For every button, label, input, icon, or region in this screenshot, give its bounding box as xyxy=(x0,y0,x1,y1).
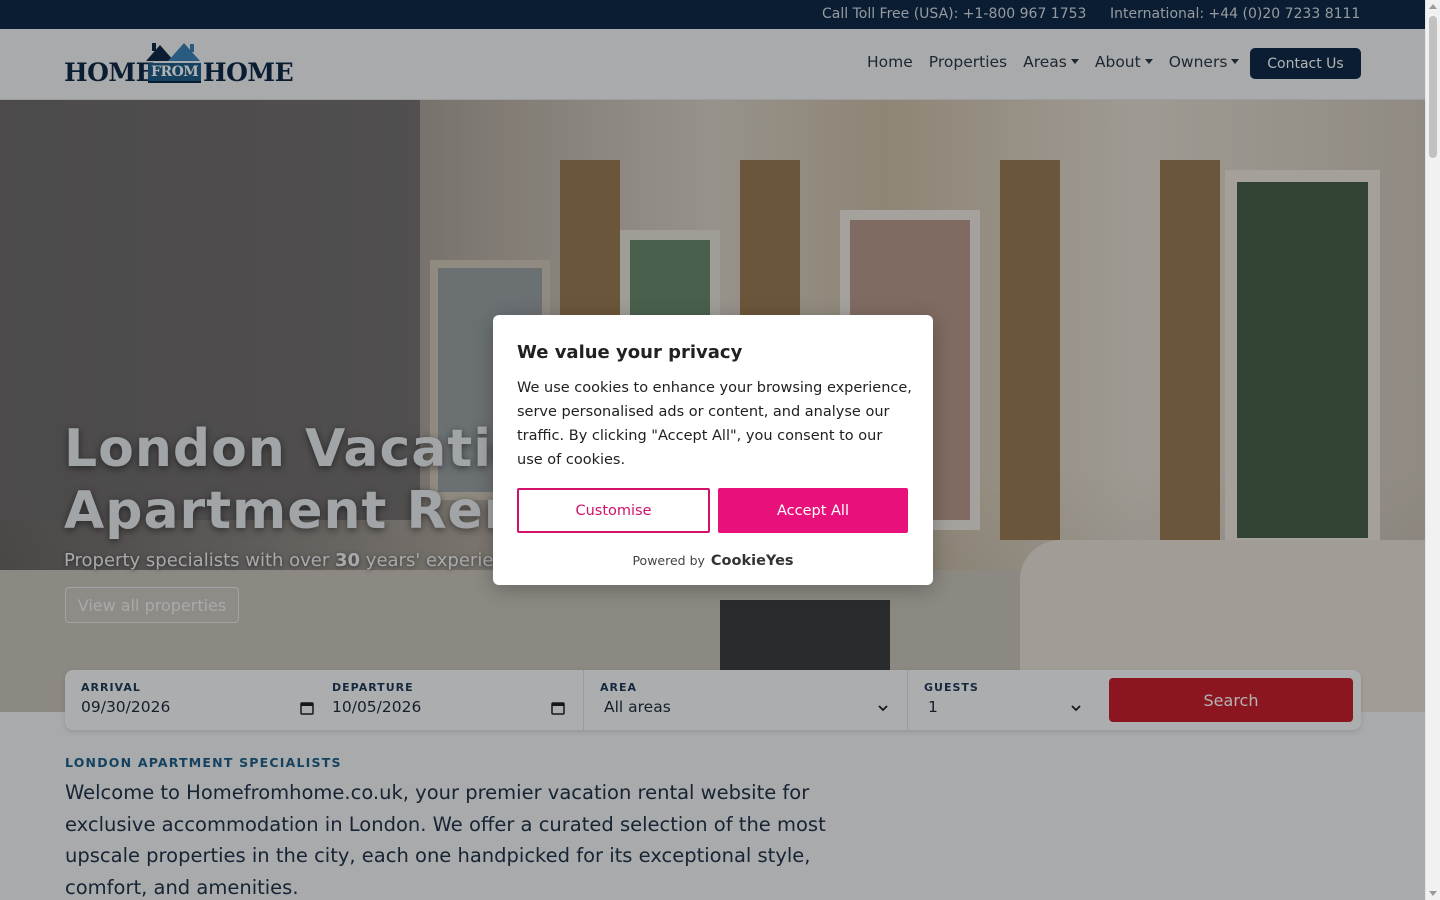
cookie-consent-dialog: We value your privacy We use cookies to … xyxy=(493,315,933,585)
scroll-down-arrow-icon[interactable] xyxy=(1429,891,1437,896)
cookieyes-logo[interactable]: CookieYes xyxy=(711,553,794,569)
scroll-up-arrow-icon[interactable] xyxy=(1429,4,1437,9)
cookie-description: We use cookies to enhance your browsing … xyxy=(517,380,912,468)
scrollbar-thumb[interactable] xyxy=(1429,16,1437,158)
customise-button[interactable]: Customise xyxy=(517,488,710,533)
accept-all-button[interactable]: Accept All xyxy=(718,488,908,533)
page-scrollbar[interactable] xyxy=(1425,0,1440,900)
powered-by: Powered by CookieYes xyxy=(493,553,933,569)
powered-by-label: Powered by xyxy=(632,553,705,568)
cookie-title: We value your privacy xyxy=(517,342,743,363)
